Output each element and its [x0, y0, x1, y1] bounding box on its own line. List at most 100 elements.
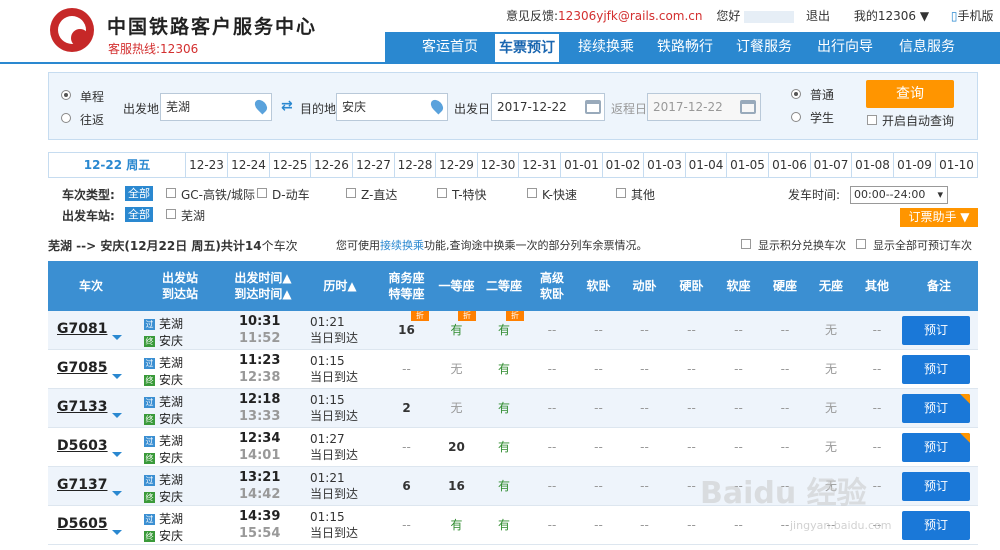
- date-tab[interactable]: 12-22 周五: [49, 153, 185, 177]
- student-ticket-radio[interactable]: [791, 112, 801, 122]
- type-gc-label: GC-高铁/城际: [181, 188, 256, 202]
- to-station: 终安庆: [144, 527, 183, 544]
- column-header: 硬卧: [679, 279, 704, 293]
- date-tab[interactable]: 12-28: [394, 153, 435, 177]
- greeting: 您好: [716, 9, 741, 23]
- show-all-checkbox[interactable]: [856, 239, 866, 249]
- date-tab[interactable]: 12-27: [352, 153, 394, 177]
- from-station-name: 芜湖: [159, 512, 184, 526]
- nav-meal-service[interactable]: 订餐服务: [736, 32, 792, 62]
- station-all-button[interactable]: 全部: [125, 207, 153, 222]
- date-tab[interactable]: 12-31: [518, 153, 560, 177]
- book-button[interactable]: 预订: [902, 394, 970, 423]
- normal-ticket-radio[interactable]: [791, 89, 801, 99]
- date-tab[interactable]: 01-07: [810, 153, 851, 177]
- chevron-down-icon[interactable]: [112, 530, 122, 535]
- depart-station-label: 出发车站:: [62, 209, 115, 223]
- date-tab[interactable]: 12-30: [477, 153, 518, 177]
- chevron-down-icon[interactable]: [112, 452, 122, 457]
- type-z-checkbox[interactable]: [346, 188, 356, 198]
- seat-availability: --: [780, 440, 790, 454]
- type-k-checkbox[interactable]: [527, 188, 537, 198]
- train-number-link[interactable]: G7085: [57, 360, 107, 376]
- seat-availability: --: [547, 479, 557, 493]
- from-label: 出发地: [123, 102, 160, 116]
- depart-time-select[interactable]: 00:00--24:00 ▾: [850, 186, 948, 204]
- type-t-checkbox[interactable]: [437, 188, 447, 198]
- round-trip-radio[interactable]: [61, 113, 71, 123]
- book-button[interactable]: 预订: [902, 433, 970, 462]
- seat-availability: --: [734, 362, 743, 376]
- book-button[interactable]: 预订: [902, 316, 970, 345]
- train-number-link[interactable]: D5603: [57, 438, 108, 454]
- seat-availability: --: [402, 362, 411, 376]
- single-trip-radio[interactable]: [61, 90, 71, 100]
- book-button[interactable]: 预订: [902, 511, 970, 540]
- type-other-checkbox[interactable]: [616, 188, 626, 198]
- chevron-down-icon[interactable]: [112, 335, 122, 340]
- seat-availability: --: [594, 401, 603, 415]
- date-tab[interactable]: 01-08: [851, 153, 893, 177]
- date-tab[interactable]: 01-05: [726, 153, 768, 177]
- seat-availability: --: [594, 362, 603, 376]
- date-tab[interactable]: 12-25: [269, 153, 310, 177]
- railway-logo[interactable]: [50, 8, 94, 52]
- nav-transfer[interactable]: 接续换乘: [578, 32, 634, 62]
- train-type-all-button[interactable]: 全部: [125, 186, 153, 201]
- train-number-link[interactable]: D5605: [57, 516, 108, 532]
- date-tab[interactable]: 12-29: [435, 153, 477, 177]
- my12306-menu[interactable]: 我的12306 ▼: [854, 9, 929, 23]
- date-tab[interactable]: 01-02: [602, 153, 643, 177]
- date-tab[interactable]: 01-06: [768, 153, 810, 177]
- type-d-checkbox[interactable]: [257, 188, 267, 198]
- date-tab[interactable]: 01-09: [893, 153, 935, 177]
- query-button[interactable]: 查询: [866, 80, 954, 108]
- chevron-down-icon[interactable]: [112, 491, 122, 496]
- auto-query-checkbox[interactable]: [867, 115, 877, 125]
- single-trip-label: 单程: [80, 90, 105, 104]
- calendar-icon[interactable]: [740, 100, 756, 114]
- nav-home[interactable]: 客运首页: [422, 32, 478, 62]
- date-tab[interactable]: 01-10: [935, 153, 977, 177]
- date-tab[interactable]: 12-23: [185, 153, 227, 177]
- depart-date-label: 出发日: [454, 102, 491, 116]
- chevron-down-icon[interactable]: [112, 374, 122, 379]
- train-number-link[interactable]: G7137: [57, 477, 107, 493]
- date-tab[interactable]: 01-04: [685, 153, 726, 177]
- column-header[interactable]: 出发站 到达站: [134, 261, 226, 311]
- train-number-link[interactable]: G7081: [57, 321, 107, 337]
- show-points-checkbox[interactable]: [741, 239, 751, 249]
- duration: 01:15 当日到达: [310, 392, 358, 424]
- date-tab[interactable]: 01-01: [560, 153, 602, 177]
- nav-ticket-booking[interactable]: 车票预订: [495, 34, 559, 62]
- nav-info-service[interactable]: 信息服务: [899, 32, 955, 62]
- type-gc-checkbox[interactable]: [166, 188, 176, 198]
- depart-time: 10:31: [239, 314, 281, 329]
- discount-badge: 折: [411, 311, 429, 321]
- arrival-day: 当日到达: [310, 370, 359, 384]
- logout-link[interactable]: 退出: [806, 9, 830, 23]
- seat-availability: --: [594, 440, 603, 454]
- train-number-link[interactable]: G7133: [57, 399, 107, 415]
- column-header[interactable]: 历时▲: [300, 261, 380, 311]
- booking-helper-button[interactable]: 订票助手 ▼: [900, 208, 978, 227]
- date-tab[interactable]: 12-26: [310, 153, 352, 177]
- date-tab[interactable]: 12-24: [227, 153, 269, 177]
- nav-railway-pass[interactable]: 铁路畅行: [657, 32, 713, 62]
- book-button[interactable]: 预订: [902, 472, 970, 501]
- seat-availability: --: [594, 479, 603, 493]
- book-button[interactable]: 预订: [902, 355, 970, 384]
- station-wuhu-checkbox[interactable]: [166, 209, 176, 219]
- seat-availability: 有: [497, 479, 510, 493]
- transfer-link[interactable]: 接续换乘: [380, 239, 424, 252]
- calendar-icon[interactable]: [585, 100, 601, 114]
- mobile-link[interactable]: 手机版: [958, 9, 994, 23]
- feedback-email-link[interactable]: 12306yjfk@rails.com.cn: [558, 9, 702, 23]
- date-tab[interactable]: 01-03: [643, 153, 685, 177]
- chevron-down-icon[interactable]: [112, 413, 122, 418]
- pass-station-icon: 过: [144, 319, 155, 330]
- column-header[interactable]: 出发时间▲ 到达时间▲: [226, 261, 300, 311]
- from-station-name: 芜湖: [159, 317, 184, 331]
- nav-travel-guide[interactable]: 出行向导: [817, 32, 873, 62]
- swap-icon[interactable]: ⇄: [281, 99, 297, 113]
